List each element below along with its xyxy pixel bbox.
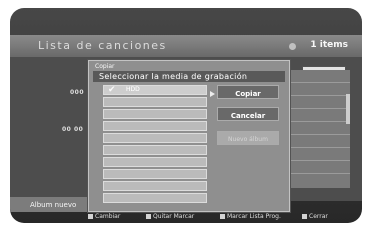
hint-unmark: Quitar Marcar (146, 213, 194, 220)
media-item-label: HDD (126, 86, 140, 93)
dialog-title: Copiar (95, 63, 115, 70)
item-count: 1 items (310, 40, 348, 50)
copy-button[interactable]: Copiar (217, 85, 279, 99)
hint-change: Cambiar (88, 213, 120, 220)
disc-icon (289, 43, 296, 50)
check-icon: ✔ (108, 85, 116, 95)
media-item[interactable] (103, 193, 207, 203)
media-item[interactable] (103, 181, 207, 191)
media-item[interactable] (103, 133, 207, 143)
background-track-list (290, 70, 350, 188)
hint-close: Cerrar (302, 213, 328, 220)
background-list-row (290, 109, 350, 122)
background-list-row (290, 148, 350, 161)
background-list-row (290, 96, 350, 109)
album-label[interactable]: Album nuevo (30, 201, 76, 209)
button-hints: Cambiar Quitar Marcar Marcar Lista Prog.… (10, 213, 362, 223)
background-list-row (290, 83, 350, 96)
media-list: ✔ HDD (103, 85, 207, 205)
background-label-2: 00 00 (62, 126, 84, 133)
remote-button-icon (302, 214, 307, 219)
page-title: Lista de canciones (38, 39, 167, 52)
media-item[interactable] (103, 157, 207, 167)
dialog-header: Seleccionar la media de grabación (93, 71, 285, 82)
background-list-row (290, 135, 350, 148)
copy-dialog: Copiar Seleccionar la media de grabación… (88, 60, 290, 212)
media-item[interactable] (103, 121, 207, 131)
remote-button-icon (220, 214, 225, 219)
media-item-hdd[interactable]: ✔ HDD (103, 85, 207, 95)
remote-button-icon (88, 214, 93, 219)
media-item[interactable] (103, 169, 207, 179)
remote-button-icon (146, 214, 151, 219)
scrollbar[interactable] (346, 94, 350, 124)
hint-mark-program: Marcar Lista Prog. (220, 213, 281, 220)
background-list-row (290, 70, 350, 83)
cancel-button[interactable]: Cancelar (217, 107, 279, 121)
background-list-row (290, 161, 350, 174)
arrow-right-icon (210, 91, 215, 97)
dialog-header-label: Seleccionar la media de grabación (99, 72, 248, 81)
media-item[interactable] (103, 97, 207, 107)
title-bar: Lista de canciones 1 items (10, 35, 362, 57)
background-label-1: 000 (70, 89, 85, 96)
media-item[interactable] (103, 145, 207, 155)
new-album-button[interactable]: Nuevo álbum (217, 131, 279, 145)
background-list-row (290, 122, 350, 135)
media-item[interactable] (103, 109, 207, 119)
